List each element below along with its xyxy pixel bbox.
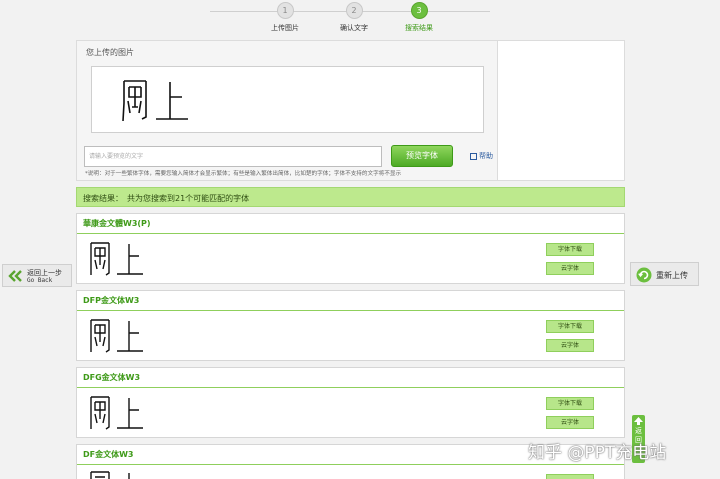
step-upload: 1 上传图片 bbox=[255, 2, 315, 33]
upload-panel: 您上传的图片 请输入要预览的文字 预览字体 帮助 *说明：对于一些繁体字体，需要… bbox=[76, 40, 625, 181]
font-result-item: DFP金文体W3 字体下载 云字体 bbox=[76, 290, 625, 361]
preview-font-button[interactable]: 预览字体 bbox=[391, 145, 453, 167]
cloud-font-button[interactable]: 云字体 bbox=[546, 262, 594, 275]
step-label: 上传图片 bbox=[271, 24, 299, 32]
step-number: 2 bbox=[345, 2, 363, 19]
font-download-button[interactable]: 字体下载 bbox=[546, 320, 594, 333]
up-arrow-icon bbox=[634, 417, 643, 425]
reupload-button[interactable]: 重新上传 bbox=[630, 262, 699, 286]
font-name: 華康金文體W3(P) bbox=[77, 214, 624, 234]
note-text: *说明：对于一些繁体字体，需要您输入简体才会显示繁体；有些是输入繁体出简体，比如… bbox=[85, 171, 402, 177]
font-result-item: 華康金文體W3(P) 字体下载 云字体 bbox=[76, 213, 625, 284]
font-download-button[interactable]: 字体下载 bbox=[546, 243, 594, 256]
watermark: 知乎 @PPT充电站 bbox=[528, 443, 667, 463]
step-confirm: 2 确认文字 bbox=[324, 2, 384, 33]
refresh-icon bbox=[636, 267, 652, 283]
step-number: 1 bbox=[276, 2, 294, 19]
go-back-label-en: Go Back bbox=[27, 277, 53, 284]
help-icon bbox=[470, 152, 477, 160]
result-summary: 共为您搜索到21个可能匹配的字体 bbox=[127, 194, 250, 203]
step-label: 搜索结果 bbox=[405, 24, 433, 32]
cloud-font-button[interactable]: 云字体 bbox=[546, 416, 594, 429]
reupload-label: 重新上传 bbox=[656, 271, 688, 280]
result-label: 搜索结果： bbox=[83, 194, 123, 203]
uploaded-glyph-image bbox=[122, 80, 188, 122]
help-link[interactable]: 帮助 bbox=[470, 151, 493, 161]
font-download-button[interactable] bbox=[546, 474, 594, 479]
go-back-button[interactable]: 返回上一步 Go Back bbox=[2, 264, 72, 287]
upload-preview-area: 您上传的图片 请输入要预览的文字 预览字体 帮助 *说明：对于一些繁体字体，需要… bbox=[77, 41, 498, 180]
result-summary-bar: 搜索结果： 共为您搜索到21个可能匹配的字体 bbox=[76, 187, 625, 207]
preview-text-input[interactable]: 请输入要预览的文字 bbox=[84, 146, 382, 167]
font-name: DFG金文体W3 bbox=[77, 368, 624, 388]
font-sample-image bbox=[90, 242, 143, 276]
cloud-font-button[interactable]: 云字体 bbox=[546, 339, 594, 352]
step-number: 3 bbox=[410, 2, 428, 19]
uploaded-image bbox=[91, 66, 484, 133]
double-left-arrow-icon bbox=[8, 270, 22, 282]
font-download-button[interactable]: 字体下载 bbox=[546, 397, 594, 410]
progress-stepper: 1 上传图片 2 确认文字 3 搜索结果 bbox=[200, 0, 500, 36]
font-sample-image bbox=[90, 319, 143, 353]
upload-title: 您上传的图片 bbox=[86, 48, 134, 57]
help-label: 帮助 bbox=[479, 152, 493, 160]
font-sample-image bbox=[90, 396, 143, 430]
font-name: DFP金文体W3 bbox=[77, 291, 624, 311]
font-sample-image bbox=[90, 471, 130, 479]
font-result-item: DFG金文体W3 字体下载 云字体 bbox=[76, 367, 625, 438]
step-results: 3 搜索结果 bbox=[389, 2, 449, 33]
step-label: 确认文字 bbox=[340, 24, 368, 32]
